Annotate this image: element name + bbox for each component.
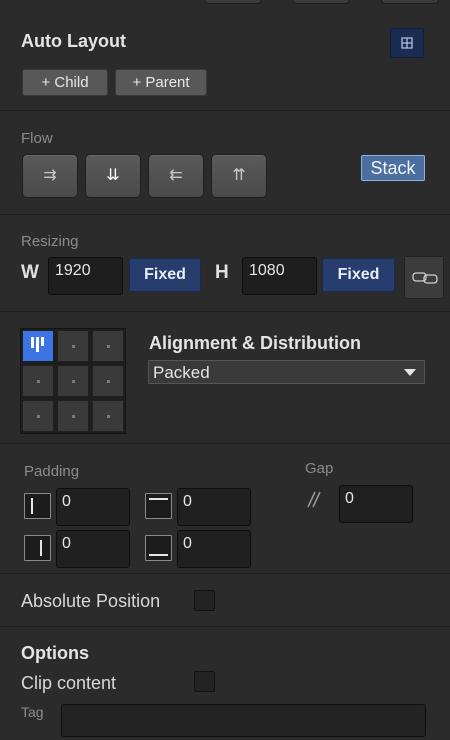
padding-left-input[interactable]: 0	[56, 488, 130, 526]
align-middle-center-cell[interactable]	[57, 365, 89, 397]
flow-down-button[interactable]: ⇊	[85, 154, 141, 198]
absolute-position-checkbox[interactable]	[194, 590, 215, 611]
height-letter: H	[215, 262, 229, 283]
align-top-left-cell[interactable]	[22, 330, 54, 362]
top-tab-3[interactable]	[381, 0, 439, 4]
resizing-label: Resizing	[21, 233, 79, 250]
flow-down-icon: ⇊	[106, 167, 120, 184]
flow-up-button[interactable]: ⇈	[211, 154, 267, 198]
tag-label: Tag	[21, 704, 44, 720]
padding-label: Padding	[24, 463, 80, 480]
align-middle-right-cell[interactable]	[92, 365, 124, 397]
aspect-lock-button[interactable]	[404, 256, 444, 299]
layout-toggle-button[interactable]	[390, 28, 424, 58]
flow-up-icon: ⇈	[232, 167, 246, 184]
grid-icon	[401, 37, 413, 49]
divider	[0, 573, 450, 574]
flow-left-icon: ⇇	[169, 167, 183, 184]
alignment-grid	[20, 328, 126, 434]
height-mode-button[interactable]: Fixed	[322, 258, 395, 292]
align-top-right-cell[interactable]	[92, 330, 124, 362]
align-top-center-cell[interactable]	[57, 330, 89, 362]
options-title: Options	[21, 643, 89, 663]
width-mode-button[interactable]: Fixed	[129, 258, 201, 292]
add-parent-button[interactable]: + Parent	[115, 69, 207, 96]
width-input[interactable]: 1920	[48, 257, 123, 295]
align-bottom-center-cell[interactable]	[57, 400, 89, 432]
align-bottom-right-cell[interactable]	[92, 400, 124, 432]
divider	[0, 110, 450, 111]
align-bars-icon	[31, 337, 44, 352]
clip-content-label: Clip content	[21, 673, 117, 693]
top-tab-1[interactable]	[204, 0, 262, 4]
padding-top-input[interactable]: 0	[177, 488, 251, 526]
align-middle-left-cell[interactable]	[22, 365, 54, 397]
padding-right-input[interactable]: 0	[56, 530, 130, 568]
padding-top-icon	[145, 493, 172, 519]
tag-input[interactable]	[61, 704, 426, 737]
distribution-selected-value: Packed	[153, 363, 210, 382]
alignment-title: Alignment & Distribution	[149, 333, 361, 353]
add-child-button[interactable]: + Child	[22, 69, 108, 96]
flow-label: Flow	[21, 130, 53, 147]
flow-right-button[interactable]: ⇉	[22, 154, 78, 198]
divider	[0, 626, 450, 627]
gap-icon	[307, 491, 321, 508]
flow-left-button[interactable]: ⇇	[148, 154, 204, 198]
padding-left-icon	[24, 493, 51, 519]
padding-bottom-icon	[145, 535, 172, 561]
align-bottom-left-cell[interactable]	[22, 400, 54, 432]
divider	[0, 214, 450, 215]
clip-content-checkbox[interactable]	[194, 671, 215, 692]
width-letter: W	[21, 262, 39, 283]
chevron-down-icon	[404, 369, 416, 376]
divider	[0, 311, 450, 312]
height-input[interactable]: 1080	[242, 257, 317, 295]
padding-bottom-input[interactable]: 0	[177, 530, 251, 568]
absolute-position-label: Absolute Position	[21, 591, 161, 611]
link-icon	[412, 272, 438, 284]
divider	[0, 443, 450, 444]
padding-right-icon	[24, 535, 51, 561]
stack-toggle-button[interactable]: Stack	[361, 155, 425, 181]
distribution-dropdown[interactable]: Packed	[148, 360, 425, 384]
flow-right-icon: ⇉	[43, 167, 57, 184]
top-tab-2[interactable]	[292, 0, 350, 4]
gap-label: Gap	[305, 460, 334, 477]
gap-input[interactable]: 0	[339, 485, 413, 523]
auto-layout-title: Auto Layout	[21, 31, 126, 51]
